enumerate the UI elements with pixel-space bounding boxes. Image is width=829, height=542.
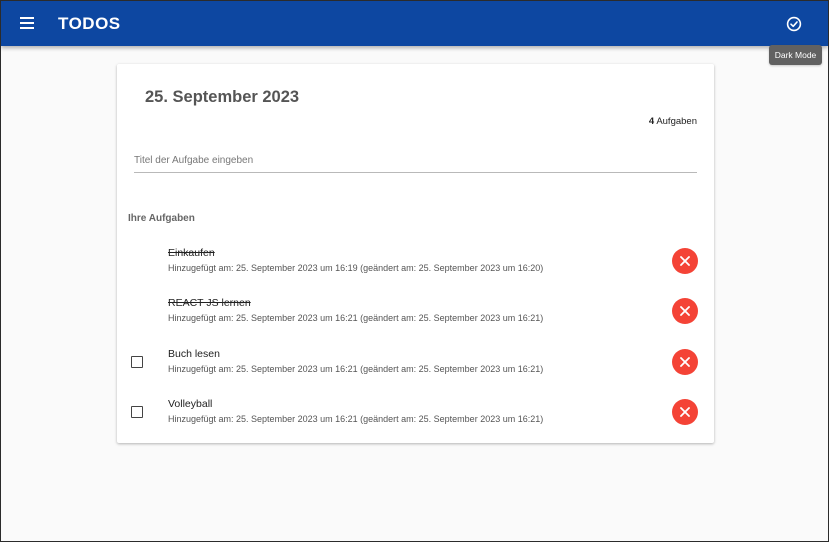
task-item: REACT JS lernen Hinzugefügt am: 25. Sept…: [117, 297, 714, 347]
task-item: Einkaufen Hinzugefügt am: 25. September …: [117, 247, 714, 297]
section-title: Ihre Aufgaben: [128, 213, 195, 224]
task-title: Volleyball: [168, 398, 213, 410]
app-title: TODOS: [58, 14, 121, 33]
close-icon: [680, 306, 690, 316]
close-icon: [680, 407, 690, 417]
task-count-number: 4: [648, 116, 655, 127]
task-checkbox[interactable]: [131, 356, 143, 368]
close-icon: [680, 357, 690, 367]
app-window: TODOS Dark Mode 25. September 2023 4 Auf…: [0, 0, 829, 542]
delete-task-button[interactable]: [672, 248, 698, 274]
todo-card: 25. September 2023 4 Aufgaben Ihre Aufga…: [117, 64, 714, 443]
task-checkbox[interactable]: [131, 406, 143, 418]
task-item: Volleyball Hinzugefügt am: 25. September…: [117, 398, 714, 448]
dark-mode-tooltip: Dark Mode: [769, 45, 822, 65]
app-bar: TODOS: [1, 1, 828, 46]
task-item: Buch lesen Hinzugefügt am: 25. September…: [117, 348, 714, 398]
delete-task-button[interactable]: [672, 399, 698, 425]
delete-task-button[interactable]: [672, 349, 698, 375]
task-count: 4 Aufgaben: [649, 116, 697, 127]
check-circle-icon: [786, 16, 802, 32]
task-meta: Hinzugefügt am: 25. September 2023 um 16…: [168, 263, 544, 273]
dark-mode-button[interactable]: [782, 12, 806, 36]
task-title-field: [134, 150, 697, 173]
task-meta: Hinzugefügt am: 25. September 2023 um 16…: [168, 414, 544, 424]
menu-button[interactable]: [15, 11, 39, 35]
delete-task-button[interactable]: [672, 298, 698, 324]
task-title: Einkaufen: [168, 247, 215, 259]
task-meta: Hinzugefügt am: 25. September 2023 um 16…: [168, 364, 544, 374]
menu-icon: [20, 17, 34, 29]
task-title-input[interactable]: [134, 150, 697, 171]
task-title: Buch lesen: [168, 348, 220, 360]
task-meta: Hinzugefügt am: 25. September 2023 um 16…: [168, 313, 544, 323]
task-title: REACT JS lernen: [168, 297, 251, 309]
close-icon: [680, 256, 690, 266]
date-heading: 25. September 2023: [145, 88, 300, 106]
task-count-label: Aufgaben: [656, 116, 697, 127]
